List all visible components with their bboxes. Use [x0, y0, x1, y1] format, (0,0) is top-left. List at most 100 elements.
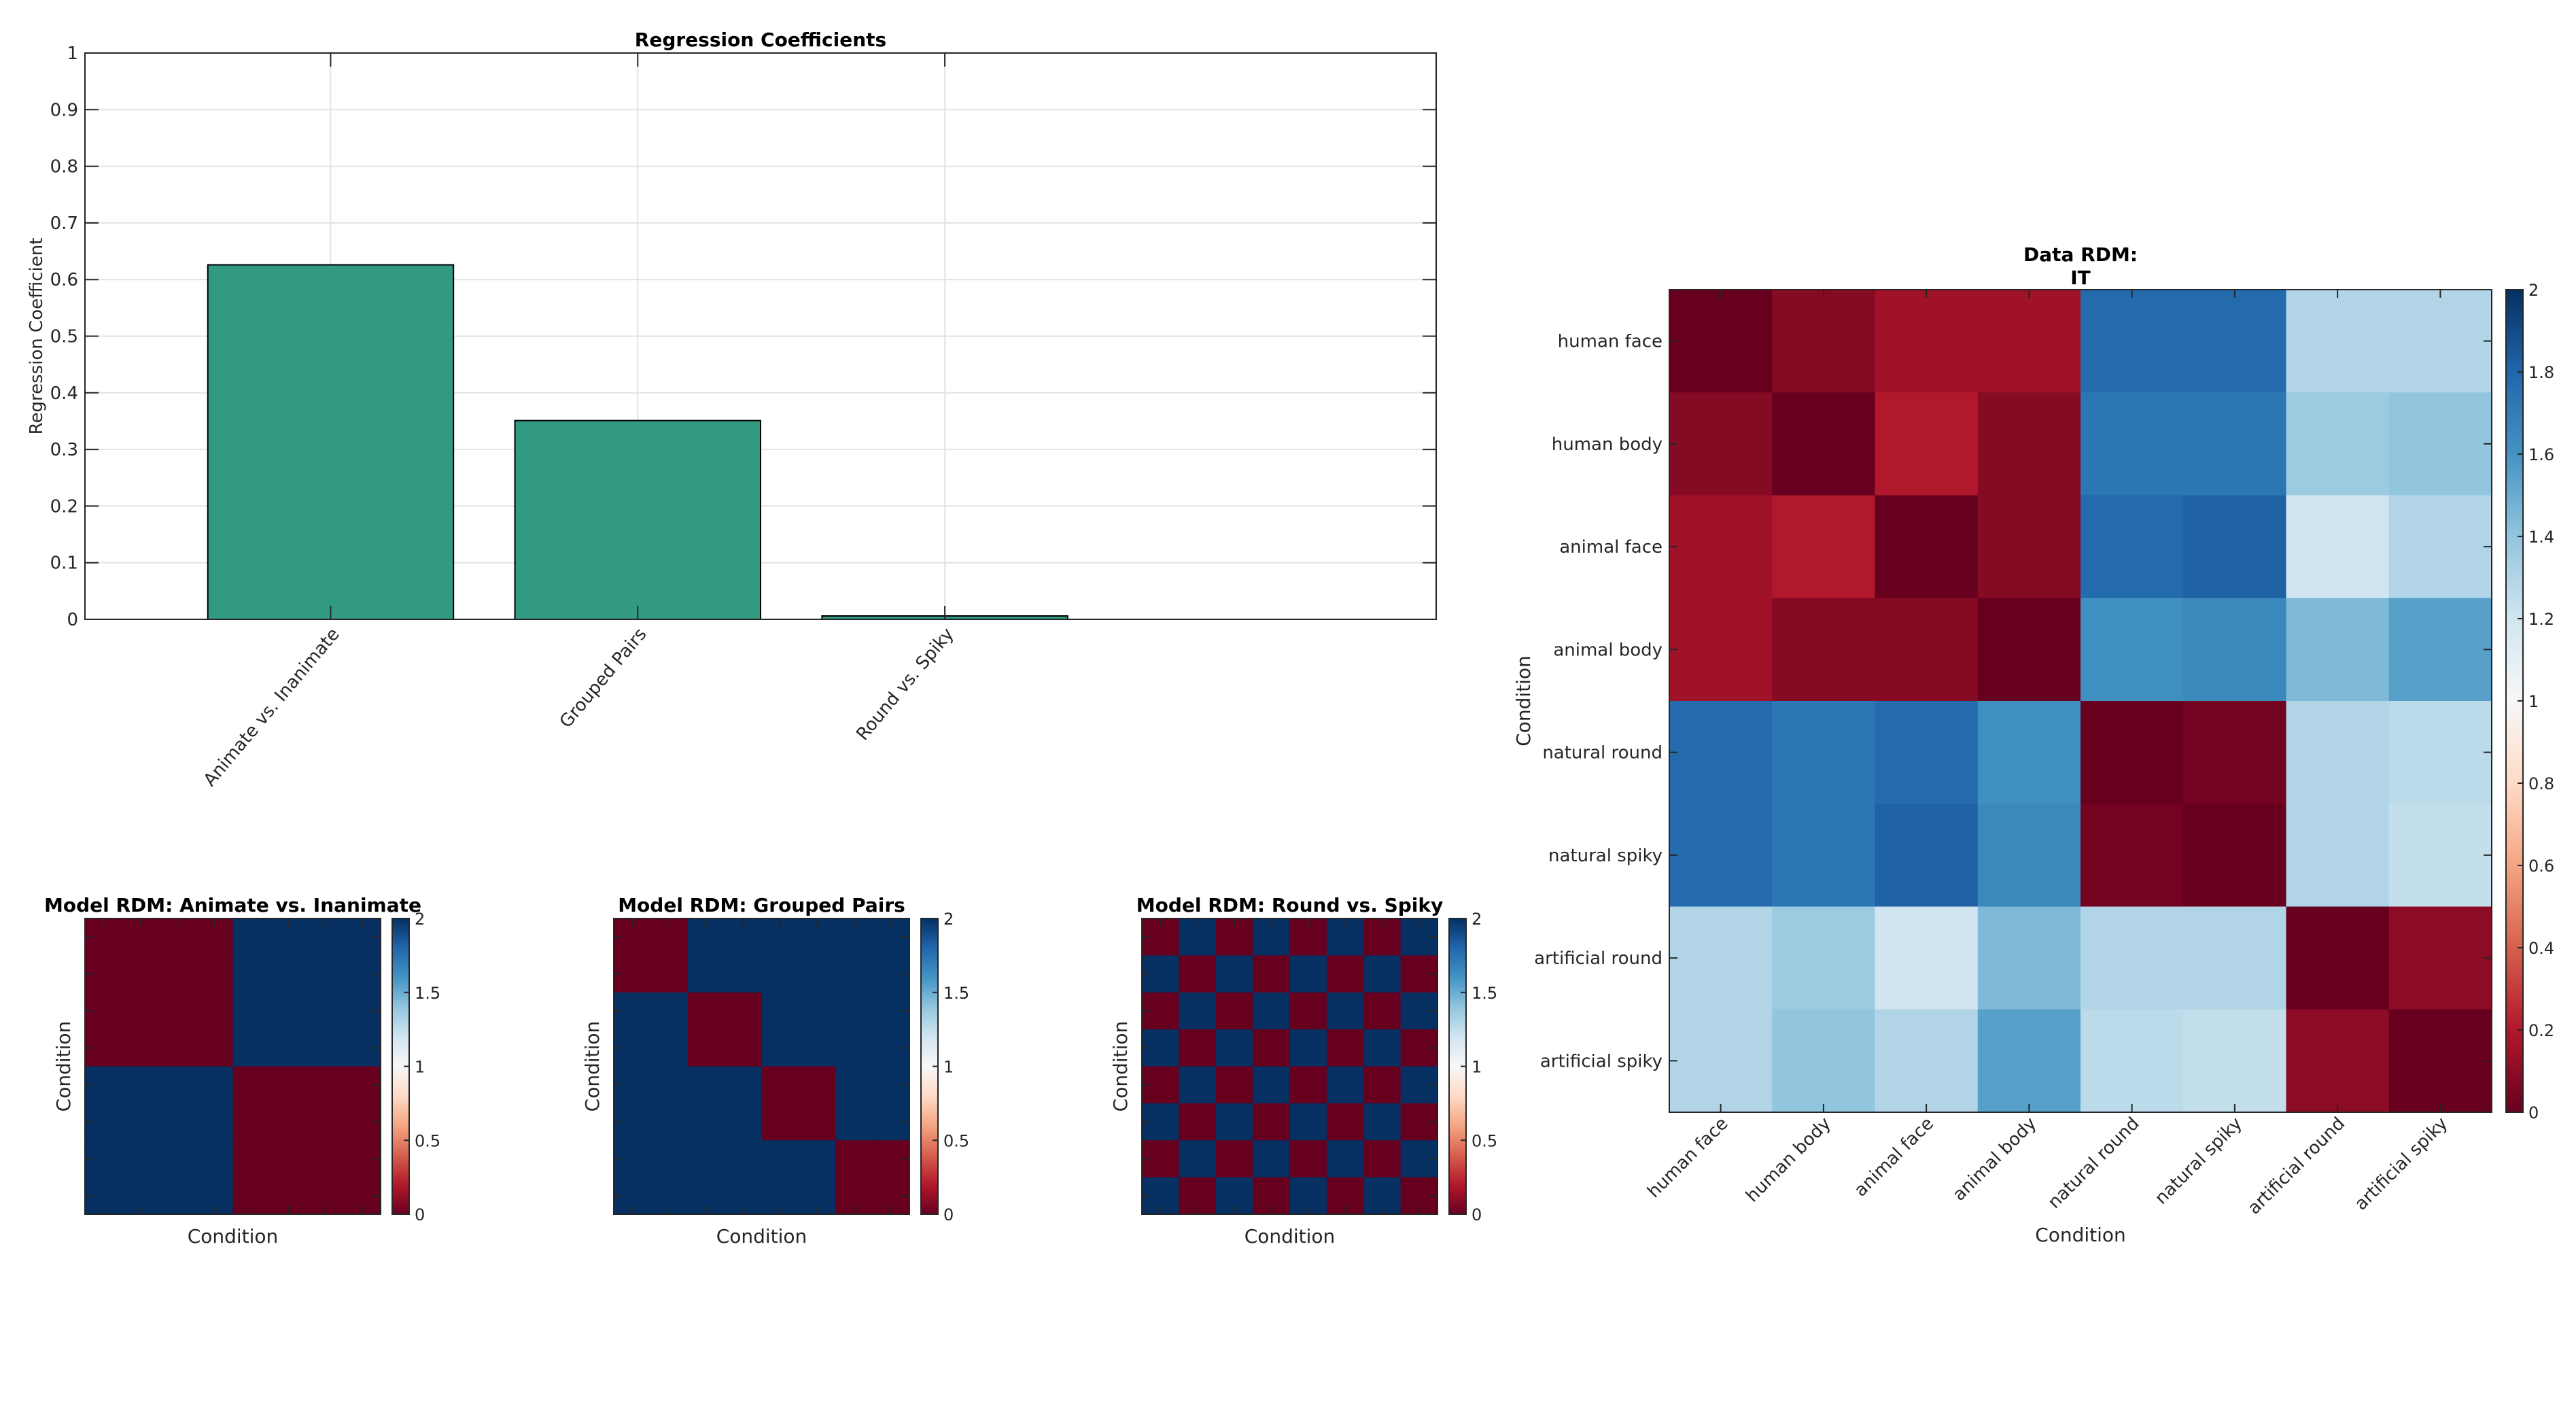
y-axis-label: Condition — [52, 1021, 75, 1112]
heatmap-cell — [1215, 1029, 1253, 1067]
heatmap-cell — [2081, 701, 2184, 804]
heatmap-cell — [2081, 392, 2184, 496]
heatmap-cell — [122, 992, 160, 1030]
heatmap-cell — [196, 1029, 233, 1067]
heatmap-cell — [2286, 1009, 2390, 1113]
heatmap-cell — [1289, 1140, 1327, 1178]
heatmap-cell — [1326, 955, 1364, 993]
heatmap-cell — [2183, 598, 2286, 702]
y-tick-label: 0.3 — [50, 440, 78, 460]
x-axis-label: Condition — [188, 1225, 279, 1248]
y-axis-label: Condition — [1109, 1021, 1132, 1112]
heatmap-cell — [2286, 290, 2390, 393]
heatmap-cell — [1875, 1009, 1979, 1113]
colorbar-tick-label: 1.5 — [1472, 984, 1497, 1003]
heatmap-cell — [1977, 290, 2081, 393]
heatmap-cell — [1875, 495, 1979, 599]
colorbar-tick-label: 0.5 — [1472, 1131, 1497, 1150]
colorbar-tick-label: 0.2 — [2528, 1021, 2554, 1040]
heatmap-cell — [725, 1140, 762, 1178]
colorbar-tick-label: 0 — [943, 1205, 954, 1224]
y-tick-label: human face — [1558, 332, 1663, 352]
heatmap-cell — [307, 1140, 345, 1178]
colorbar-tick-label: 1.6 — [2528, 445, 2554, 464]
heatmap-cell — [2183, 392, 2286, 496]
heatmap-cell — [2286, 804, 2390, 907]
x-tick-label: artificial round — [2244, 1114, 2349, 1219]
heatmap-cell — [1326, 992, 1364, 1030]
colorbar-tick-label: 0 — [2528, 1103, 2539, 1122]
heatmap-model_pairs: 0 0.5 1 1.5 2 Model RDM: Grouped Pairs Conditi… — [581, 894, 969, 1248]
heatmap-cell — [1363, 1066, 1402, 1104]
heatmap-cell — [1875, 701, 1979, 804]
heatmap-cell — [2388, 495, 2492, 599]
heatmap-cell — [2081, 1009, 2184, 1113]
heatmap-cell — [798, 1140, 836, 1178]
heatmap-cell — [1875, 906, 1979, 1010]
heatmap-cell — [158, 992, 196, 1030]
heatmap-cell — [1363, 992, 1402, 1030]
y-tick-label: human body — [1552, 434, 1663, 455]
heatmap-cell — [1363, 955, 1402, 993]
x-tick-label: artificial spiky — [2351, 1114, 2452, 1215]
heatmap-cell — [1289, 1066, 1327, 1104]
heatmap-cell — [1875, 804, 1979, 907]
heatmap-cell — [1669, 701, 1773, 804]
heatmap-cell — [1179, 1066, 1217, 1104]
y-tick-label: 0.8 — [50, 157, 78, 177]
heatmap-cell — [1669, 906, 1773, 1010]
heatmap-cell — [1669, 1009, 1773, 1113]
heatmap-cell — [725, 1029, 762, 1067]
heatmap-cell — [650, 1066, 689, 1104]
heatmap-cell — [269, 1140, 307, 1178]
bar-chart: 0 0.1 0.2 0.3 0.4 0.5 0.6 0.7 0.8 0.9 1 Animate vs.… — [27, 29, 1437, 791]
heatmap-cell — [1977, 392, 2081, 496]
heatmap-cell — [725, 1066, 762, 1104]
heatmap-cell — [2286, 701, 2390, 804]
heatmap-cell — [2183, 804, 2286, 907]
y-tick-label: 1 — [67, 44, 78, 64]
heatmap-cell — [122, 1029, 160, 1067]
colorbar-tick-label: 1.8 — [2528, 363, 2554, 382]
x-tick-label: human body — [1742, 1114, 1835, 1207]
heatmap-cell — [122, 1140, 160, 1178]
heatmap-cell — [1977, 804, 2081, 907]
heatmap-cell — [269, 992, 307, 1030]
heatmap-cell — [1289, 1103, 1327, 1141]
heatmap-cell — [122, 1066, 160, 1104]
y-tick-label: 0.7 — [50, 213, 78, 234]
heatmap-cell — [196, 1066, 233, 1104]
heatmap-cell — [1772, 906, 1875, 1010]
heatmap-cell — [687, 992, 725, 1030]
chart-title: Regression Coefficients — [635, 29, 886, 51]
heatmap-cell — [307, 1066, 345, 1104]
colorbar-tick-label: 1 — [415, 1058, 425, 1077]
heatmap-cell — [687, 1103, 725, 1141]
heatmap-cell — [725, 992, 762, 1030]
heatmap-cell — [1289, 1029, 1327, 1067]
colorbar-tick-label: 0.4 — [2528, 939, 2554, 958]
heatmap-cell — [1215, 1103, 1253, 1141]
heatmap-cell — [1772, 290, 1875, 393]
heatmap-cell — [2388, 906, 2492, 1010]
heatmap-cell — [1253, 1140, 1290, 1178]
heatmap-cell — [1289, 955, 1327, 993]
heatmap-cell — [798, 1029, 836, 1067]
y-tick-label: 0.6 — [50, 270, 78, 290]
heatmap-cell — [835, 1140, 873, 1178]
heatmap-cell — [835, 1103, 873, 1141]
heatmap-cell — [1875, 598, 1979, 702]
heatmap-cell — [2286, 495, 2390, 599]
heatmap-cell — [1875, 290, 1979, 393]
heatmap-cell — [1253, 1103, 1290, 1141]
heatmap-cell — [1363, 1140, 1402, 1178]
heatmap-cell — [835, 992, 873, 1030]
heatmap-cell — [1772, 392, 1875, 496]
heatmap-cell — [1253, 992, 1290, 1030]
colorbar-tick-label: 0.5 — [415, 1131, 440, 1150]
x-axis-label: Condition — [2035, 1224, 2126, 1246]
heatmap-cell — [2183, 1009, 2286, 1113]
heatmap-cell — [1253, 1029, 1290, 1067]
heatmap-cell — [1669, 290, 1773, 393]
y-axis-label: Condition — [1512, 655, 1535, 746]
